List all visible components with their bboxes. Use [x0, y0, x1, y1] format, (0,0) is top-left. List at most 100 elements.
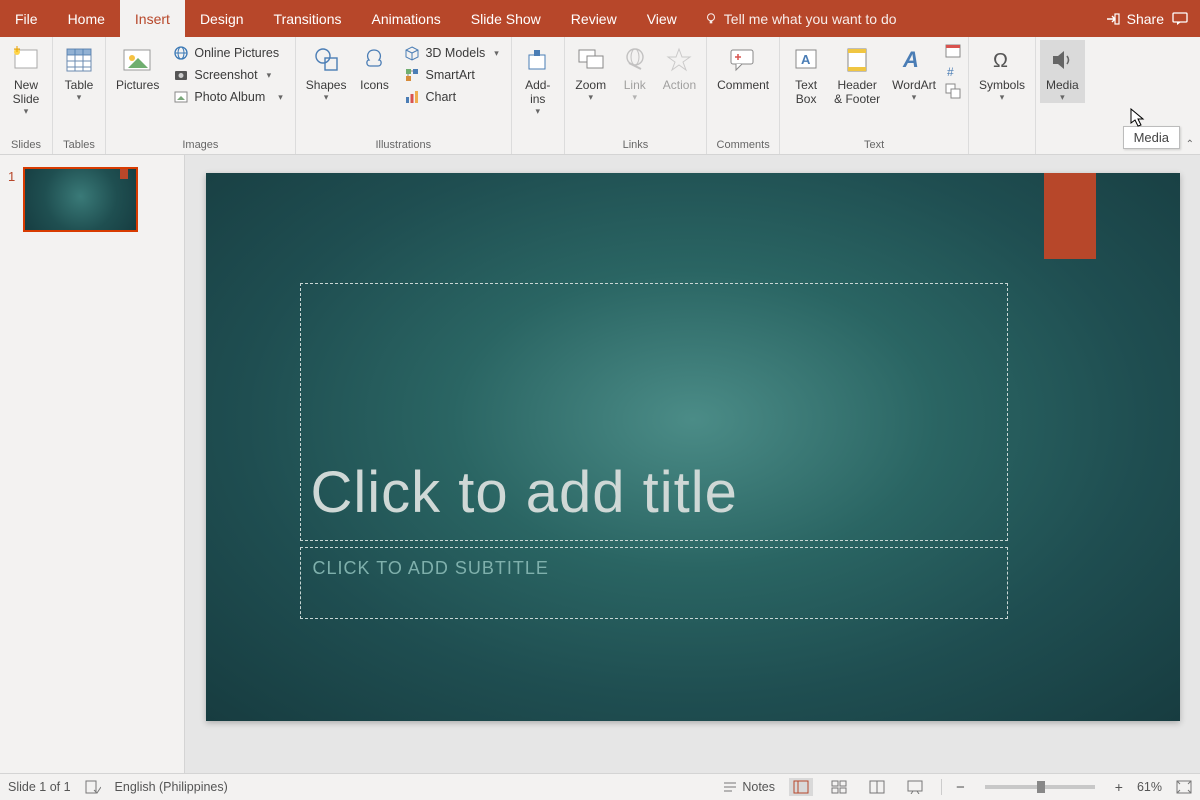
smartart-label: SmartArt: [425, 68, 474, 82]
svg-text:Ω: Ω: [993, 50, 1008, 72]
tell-me-label: Tell me what you want to do: [724, 11, 897, 27]
media-button[interactable]: Media ▾: [1040, 40, 1085, 103]
chart-button[interactable]: Chart: [400, 86, 502, 108]
reading-view-button[interactable]: [865, 778, 889, 796]
fit-to-window-button[interactable]: [1176, 780, 1192, 794]
zoom-slider-knob[interactable]: [1037, 781, 1045, 793]
caret-icon: ▾: [24, 106, 29, 117]
header-footer-label: Header & Footer: [834, 78, 880, 106]
zoom-level[interactable]: 61%: [1137, 780, 1162, 794]
3d-models-button[interactable]: 3D Models▾: [400, 42, 502, 64]
spellcheck-icon[interactable]: [85, 780, 101, 794]
tab-slideshow[interactable]: Slide Show: [456, 0, 556, 37]
online-pictures-button[interactable]: Online Pictures: [169, 42, 286, 64]
bookmark-icon: [120, 169, 128, 179]
tab-file[interactable]: File: [0, 0, 53, 37]
title-placeholder-text: Click to add title: [311, 459, 738, 526]
new-slide-icon: [10, 44, 42, 76]
slide-canvas-area[interactable]: Click to add title CLICK TO ADD SUBTITLE: [185, 155, 1200, 773]
photo-album-label: Photo Album: [194, 90, 265, 104]
language-indicator[interactable]: English (Philippines): [115, 780, 228, 794]
group-symbols: Ω Symbols ▾: [969, 37, 1036, 154]
caret-icon: ▾: [1000, 92, 1005, 103]
textbox-button[interactable]: A Text Box: [784, 40, 828, 106]
share-button[interactable]: Share: [1105, 11, 1164, 27]
link-button[interactable]: Link ▾: [613, 40, 657, 103]
tab-review[interactable]: Review: [556, 0, 632, 37]
comment-button[interactable]: Comment: [711, 40, 775, 92]
pictures-icon: [122, 44, 154, 76]
addins-icon: [522, 44, 554, 76]
slide-thumbnails-panel: 1: [0, 155, 185, 773]
caret-icon: ▾: [589, 92, 594, 103]
tell-me-search[interactable]: Tell me what you want to do: [692, 0, 909, 37]
pictures-label: Pictures: [116, 78, 159, 92]
table-button[interactable]: Table ▾: [57, 40, 101, 103]
notes-icon: [723, 781, 737, 793]
collapse-ribbon-button[interactable]: ⌃: [1186, 139, 1194, 150]
smartart-button[interactable]: SmartArt: [400, 64, 502, 86]
zoom-button[interactable]: Zoom ▾: [569, 40, 613, 103]
thumbnail-1-preview: [23, 167, 138, 232]
tab-view[interactable]: View: [632, 0, 692, 37]
icons-icon: [358, 44, 390, 76]
date-time-button[interactable]: [944, 42, 962, 60]
media-label: Media: [1046, 78, 1079, 92]
tab-animations[interactable]: Animations: [356, 0, 455, 37]
group-addins-label: [516, 137, 560, 154]
slide-number-button[interactable]: #: [944, 62, 962, 80]
slideshow-view-button[interactable]: [903, 778, 927, 796]
zoom-in-button[interactable]: +: [1115, 779, 1123, 795]
header-footer-button[interactable]: Header & Footer: [828, 40, 886, 106]
pictures-button[interactable]: Pictures: [110, 40, 165, 92]
tab-insert[interactable]: Insert: [120, 0, 185, 37]
wordart-icon: A: [898, 44, 930, 76]
slide-1[interactable]: Click to add title CLICK TO ADD SUBTITLE: [206, 173, 1180, 721]
wordart-button[interactable]: A WordArt ▾: [886, 40, 942, 103]
tab-design[interactable]: Design: [185, 0, 259, 37]
shapes-icon: [310, 44, 342, 76]
group-comments: Comment Comments: [707, 37, 780, 154]
tab-strip: File Home Insert Design Transitions Anim…: [0, 0, 1200, 37]
group-slides-label: Slides: [4, 137, 48, 154]
group-tables: Table ▾ Tables: [53, 37, 106, 154]
photo-album-button[interactable]: Photo Album▾: [169, 86, 286, 108]
slide-sorter-view-button[interactable]: [827, 778, 851, 796]
online-pictures-icon: [173, 45, 189, 61]
subtitle-placeholder[interactable]: CLICK TO ADD SUBTITLE: [300, 547, 1008, 619]
comment-label: Comment: [717, 78, 769, 92]
share-area: Share: [1105, 0, 1200, 37]
table-label: Table: [65, 78, 94, 92]
object-button[interactable]: [944, 82, 962, 100]
icons-label: Icons: [360, 78, 389, 92]
online-pictures-label: Online Pictures: [194, 46, 279, 60]
thumbnail-1-number: 1: [8, 167, 15, 232]
notes-label: Notes: [742, 780, 775, 794]
symbols-button[interactable]: Ω Symbols ▾: [973, 40, 1031, 103]
tab-home[interactable]: Home: [53, 0, 120, 37]
normal-view-button[interactable]: [789, 778, 813, 796]
caret-icon: ▾: [324, 92, 329, 103]
ribbon: New Slide ▾ Slides Table ▾ Tables Pictur…: [0, 37, 1200, 155]
title-placeholder[interactable]: Click to add title: [300, 283, 1008, 541]
new-slide-button[interactable]: New Slide ▾: [4, 40, 48, 117]
shapes-button[interactable]: Shapes ▾: [300, 40, 353, 103]
action-button[interactable]: Action: [657, 40, 702, 92]
link-label: Link: [624, 78, 646, 92]
addins-label: Add- ins: [525, 78, 550, 106]
icons-button[interactable]: Icons: [352, 40, 396, 92]
screenshot-button[interactable]: Screenshot▾: [169, 64, 286, 86]
thumbnail-1[interactable]: 1: [8, 167, 176, 232]
zoom-out-button[interactable]: −: [956, 779, 965, 796]
screenshot-label: Screenshot: [194, 68, 257, 82]
group-links: Zoom ▾ Link ▾ Action Links: [565, 37, 707, 154]
comments-pane-icon[interactable]: [1172, 11, 1188, 27]
media-tooltip: Media: [1123, 126, 1180, 149]
zoom-slider[interactable]: [985, 785, 1095, 789]
tab-transitions[interactable]: Transitions: [259, 0, 357, 37]
notes-button[interactable]: Notes: [723, 780, 775, 794]
caret-icon: ▾: [1060, 92, 1065, 103]
group-text: A Text Box Header & Footer A WordArt ▾ #…: [780, 37, 969, 154]
caret-icon: ▾: [77, 92, 82, 103]
addins-button[interactable]: Add- ins ▾: [516, 40, 560, 117]
